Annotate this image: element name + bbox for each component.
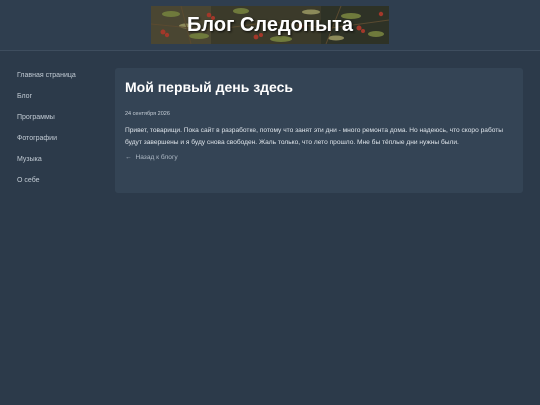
sidebar-item-photos[interactable]: Фотографии [17,133,107,154]
back-to-blog-link[interactable]: ← Назад к блогу [125,154,178,161]
page: Блог Следопыта Главная страница Блог Про… [0,0,540,405]
post-card: Мой первый день здесь 24 сентября 2026 П… [115,68,523,193]
sidebar-item-home[interactable]: Главная страница [17,70,107,91]
back-arrow-icon: ← [125,154,132,161]
sidebar-nav: Главная страница Блог Программы Фотограф… [17,70,107,196]
back-link-label: Назад к блогу [135,154,178,161]
header-banner[interactable]: Блог Следопыта [151,6,389,44]
site-title: Блог Следопыта [187,14,353,36]
sidebar-item-music[interactable]: Музыка [17,154,107,175]
post-date: 24 сентября 2026 [125,111,170,117]
site-header: Блог Следопыта [0,0,540,51]
sidebar-item-about[interactable]: О себе [17,175,107,196]
post-body: Привет, товарищи. Пока сайт в разработке… [125,127,503,146]
sidebar-item-blog[interactable]: Блог [17,91,107,112]
post-title: Мой первый день здесь [125,79,294,95]
sidebar-item-programs[interactable]: Программы [17,112,107,133]
